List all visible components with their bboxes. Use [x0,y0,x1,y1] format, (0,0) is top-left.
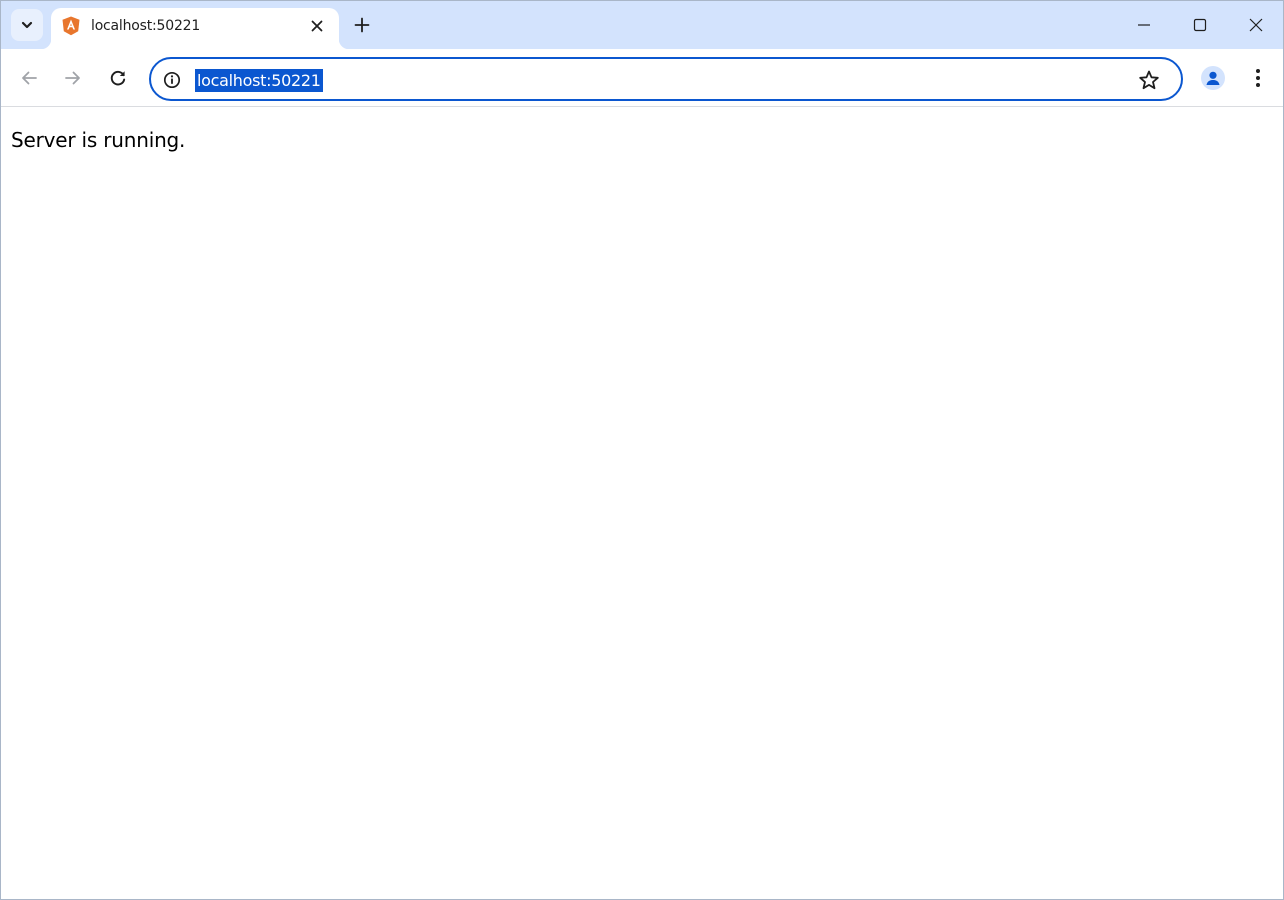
profile-button[interactable] [1197,62,1229,94]
maximize-icon [1193,18,1207,32]
tab-search-button[interactable] [11,9,43,41]
person-icon [1206,71,1220,85]
page-viewport: Server is running. [1,108,1283,899]
kebab-menu-icon [1256,69,1260,87]
star-icon [1139,70,1159,90]
chevron-down-icon [21,21,33,29]
arrow-right-icon [65,71,80,85]
address-bar[interactable]: localhost:50221 [149,57,1183,101]
browser-menu-button[interactable] [1243,62,1273,94]
site-info-button[interactable] [160,68,184,92]
page-body-text: Server is running. [11,128,186,152]
arrow-left-icon [22,71,37,85]
new-tab-button[interactable] [348,11,376,39]
angular-icon [62,16,80,36]
avatar [1201,66,1225,90]
tab-title: localhost:50221 [91,18,201,34]
maximize-button[interactable] [1172,1,1228,49]
plus-icon [354,17,370,33]
reload-button[interactable] [101,61,135,95]
close-icon [1249,18,1263,32]
active-tab[interactable]: localhost:50221 [41,8,349,49]
minimize-button[interactable] [1116,1,1172,49]
url-text-selected[interactable]: localhost:50221 [195,69,323,92]
window-close-button[interactable] [1228,1,1284,49]
reload-icon [110,70,126,86]
info-icon [163,71,181,89]
browser-toolbar: localhost:50221 [1,49,1283,107]
minimize-icon [1138,24,1150,26]
tab-strip: localhost:50221 [1,1,1283,49]
browser-window: localhost:50221 localhost:50221 Server i… [0,0,1284,900]
bookmark-button[interactable] [1136,67,1162,93]
tab-close-button[interactable] [306,15,328,37]
close-icon [311,20,323,32]
forward-button[interactable] [56,61,90,95]
back-button[interactable] [12,61,46,95]
